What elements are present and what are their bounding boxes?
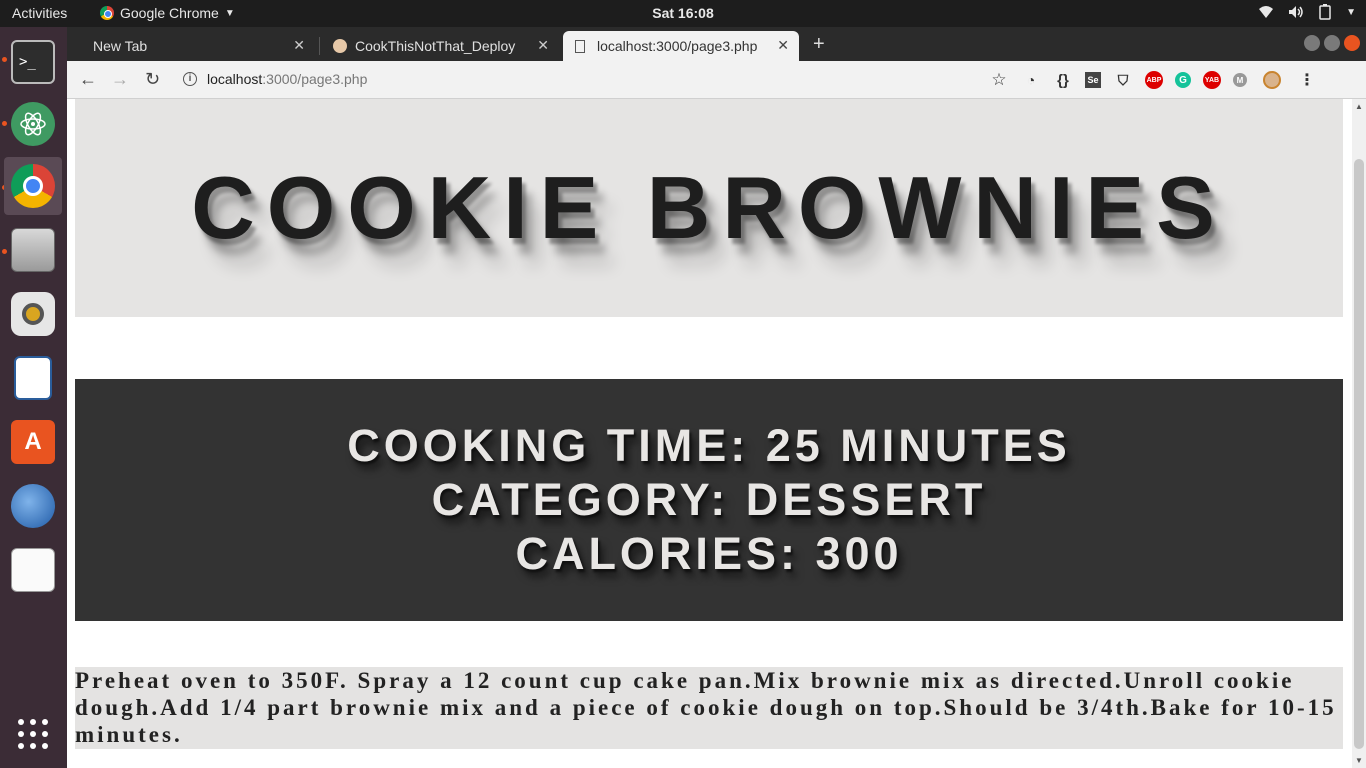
json-braces-icon[interactable]: {} xyxy=(1053,70,1073,90)
scroll-up-arrow-icon[interactable]: ▲ xyxy=(1355,102,1363,111)
profile-avatar[interactable] xyxy=(1259,70,1285,90)
wifi-icon xyxy=(1259,6,1274,18)
battery-icon xyxy=(1319,4,1331,20)
bookmark-star-icon[interactable]: ☆ xyxy=(989,70,1009,90)
chrome-icon xyxy=(11,164,55,208)
tab-new-tab[interactable]: New Tab ✕ xyxy=(75,31,315,61)
dock-text-editor[interactable] xyxy=(4,541,62,599)
power-menu-chevron-icon: ▼ xyxy=(1346,6,1356,18)
dock-files[interactable] xyxy=(4,221,62,279)
calories: CALORIES: 300 xyxy=(515,528,903,579)
back-arrow-icon[interactable]: ← xyxy=(79,69,97,90)
m-extension-icon[interactable]: M xyxy=(1233,73,1247,87)
browser-toolbar: ← → ↻ i localhost:3000/page3.php ☆ ◔ {} … xyxy=(67,61,1366,99)
tab-cookthisnotthat[interactable]: CookThisNotThat_Deploy ✕ xyxy=(323,31,559,61)
dock-thunderbird[interactable] xyxy=(4,477,62,535)
tab-strip: New Tab ✕ CookThisNotThat_Deploy ✕ local… xyxy=(67,27,1366,61)
grammarly-icon[interactable]: G xyxy=(1175,72,1191,88)
shopping-bag-icon: A xyxy=(11,420,55,464)
scroll-down-arrow-icon[interactable]: ▼ xyxy=(1355,756,1363,765)
dock-writer[interactable] xyxy=(4,349,62,407)
close-icon[interactable]: ✕ xyxy=(537,37,549,54)
url-host: localhost xyxy=(207,71,263,87)
close-window-icon[interactable] xyxy=(1344,35,1360,51)
forward-arrow-icon[interactable]: → xyxy=(111,69,129,90)
minimize-icon[interactable] xyxy=(1304,35,1320,51)
terminal-icon: >_ xyxy=(11,40,55,84)
tab-separator xyxy=(319,37,320,55)
dock-terminal[interactable]: >_ xyxy=(4,33,62,91)
mail-bird-icon xyxy=(11,484,55,528)
page-content: COOKIE BROWNIES COOKING TIME: 25 MINUTES… xyxy=(67,99,1352,768)
page-scrollbar[interactable]: ▲ ▼ xyxy=(1352,99,1366,768)
scrollbar-thumb[interactable] xyxy=(1354,159,1364,749)
volume-icon xyxy=(1289,6,1303,18)
close-icon[interactable]: ✕ xyxy=(777,37,789,54)
clock[interactable]: Sat 16:08 xyxy=(0,5,1366,21)
tab-label: CookThisNotThat_Deploy xyxy=(355,38,516,54)
tab-label: New Tab xyxy=(93,38,148,54)
info-icon[interactable]: i xyxy=(183,72,197,86)
dock-software-center[interactable]: A xyxy=(4,413,62,471)
adblock-icon[interactable]: ABP xyxy=(1145,71,1163,89)
address-bar[interactable]: i localhost:3000/page3.php xyxy=(183,71,367,87)
pocket-icon[interactable]: ⛉ xyxy=(1113,70,1133,90)
speaker-icon xyxy=(11,292,55,336)
notepad-pencil-icon xyxy=(11,548,55,592)
window-controls xyxy=(1304,35,1360,51)
cooking-time: COOKING TIME: 25 MINUTES xyxy=(347,420,1071,471)
category: CATEGORY: DESSERT xyxy=(431,474,987,525)
dock-atom[interactable] xyxy=(4,95,62,153)
yab-icon[interactable]: YAB xyxy=(1203,71,1221,89)
app-grid-icon xyxy=(18,719,48,749)
system-tray[interactable]: ▼ xyxy=(1258,4,1356,20)
reload-icon[interactable]: ↻ xyxy=(145,69,160,90)
more-menu-icon[interactable]: ⋮ xyxy=(1297,70,1317,90)
extension-bar: ☆ ◔ {} Se ⛉ ABP G YAB M ⋮ xyxy=(989,70,1317,90)
speedometer-icon[interactable]: ◔ xyxy=(1021,70,1041,90)
selenium-icon[interactable]: Se xyxy=(1085,72,1101,88)
recipe-info-panel: COOKING TIME: 25 MINUTES CATEGORY: DESSE… xyxy=(75,379,1343,621)
maximize-icon[interactable] xyxy=(1324,35,1340,51)
url-path: :3000/page3.php xyxy=(262,71,368,87)
system-top-bar: Activities Google Chrome ▼ Sat 16:08 ▼ xyxy=(0,0,1366,27)
atom-icon xyxy=(11,102,55,146)
tab-label: localhost:3000/page3.php xyxy=(597,38,758,54)
file-cabinet-icon xyxy=(11,228,55,272)
chef-favicon-icon xyxy=(333,39,347,53)
page-favicon-icon xyxy=(575,39,585,53)
tab-localhost-page3[interactable]: localhost:3000/page3.php ✕ xyxy=(563,31,799,61)
new-tab-plus-icon[interactable]: + xyxy=(813,33,825,56)
dock-rhythmbox[interactable] xyxy=(4,285,62,343)
launcher-dock: >_ A xyxy=(0,27,67,768)
title-banner: COOKIE BROWNIES xyxy=(75,99,1343,317)
dock-show-apps[interactable] xyxy=(4,705,62,763)
close-icon[interactable]: ✕ xyxy=(293,37,305,54)
dock-chrome[interactable] xyxy=(4,157,62,215)
recipe-title: COOKIE BROWNIES xyxy=(191,158,1227,257)
recipe-instructions: Preheat oven to 350F. Spray a 12 count c… xyxy=(75,667,1343,749)
document-writer-icon xyxy=(14,356,52,400)
